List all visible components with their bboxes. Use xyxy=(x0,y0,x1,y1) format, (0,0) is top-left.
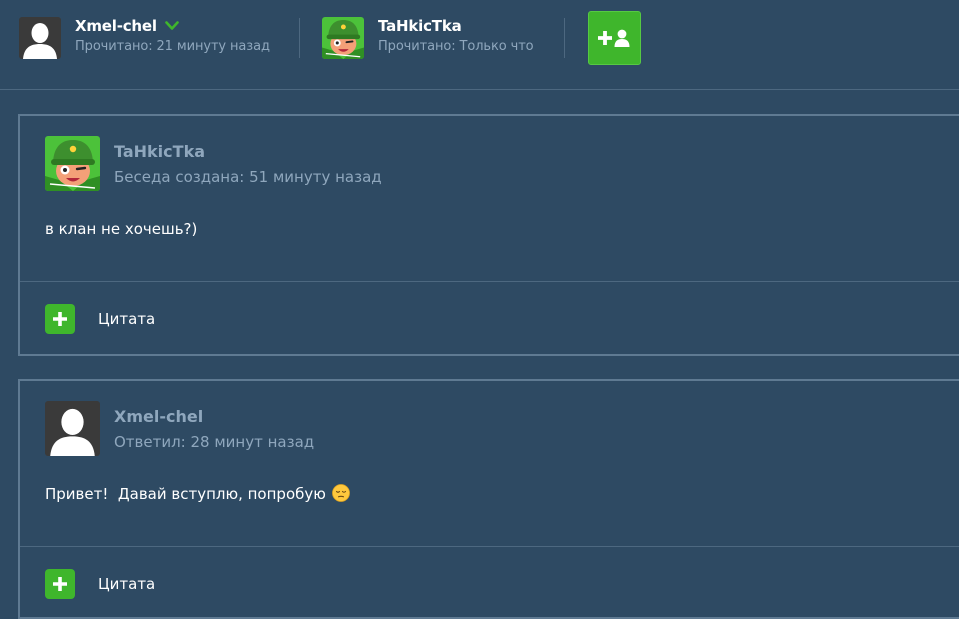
message-body-text: Привет! Давай вступлю, попробую xyxy=(45,485,326,503)
message-timestamp: Ответил: 28 минут назад xyxy=(114,433,315,451)
avatar[interactable] xyxy=(45,136,100,191)
participant-read-status: Прочитано: 21 минуту назад xyxy=(75,39,270,54)
quote-label[interactable]: Цитата xyxy=(98,575,155,593)
pensive-face-emoji-icon xyxy=(331,484,350,502)
default-avatar-icon xyxy=(19,17,61,59)
message-card: TaHkicTka Беседа создана: 51 минуту наза… xyxy=(18,114,959,356)
add-participant-button[interactable] xyxy=(588,11,641,65)
message-body: в клан не хочешь?) xyxy=(45,220,198,238)
participant-name[interactable]: Xmel-chel xyxy=(75,17,179,35)
avatar[interactable] xyxy=(19,17,61,59)
divider xyxy=(20,281,959,282)
message-author[interactable]: TaHkicTka xyxy=(114,142,205,161)
plus-icon xyxy=(53,312,67,326)
plus-icon xyxy=(53,577,67,591)
participant-name-text[interactable]: Xmel-chel xyxy=(75,17,157,35)
message-timestamp: Беседа создана: 51 минуту назад xyxy=(114,168,382,186)
participant-read-status: Прочитано: Только что xyxy=(378,39,534,54)
divider xyxy=(20,546,959,547)
default-avatar-icon xyxy=(45,401,100,456)
divider xyxy=(564,18,565,58)
plus-user-icon xyxy=(598,29,630,47)
message-card: Xmel-chel Ответил: 28 минут назад Привет… xyxy=(18,379,959,619)
avatar[interactable] xyxy=(322,17,364,59)
message-body: Привет! Давай вступлю, попробую xyxy=(45,484,350,503)
participant-name[interactable]: TaHkicTka xyxy=(378,17,462,35)
quote-button[interactable] xyxy=(45,569,75,599)
tank-character-avatar-icon xyxy=(45,136,100,191)
avatar[interactable] xyxy=(45,401,100,456)
participants-bar: Xmel-chel Прочитано: 21 минуту назад TaH… xyxy=(0,0,959,90)
quote-button[interactable] xyxy=(45,304,75,334)
quote-label[interactable]: Цитата xyxy=(98,310,155,328)
divider xyxy=(299,18,300,58)
tank-character-avatar-icon xyxy=(322,17,364,59)
message-author[interactable]: Xmel-chel xyxy=(114,407,203,426)
checkmark-icon xyxy=(165,20,179,30)
